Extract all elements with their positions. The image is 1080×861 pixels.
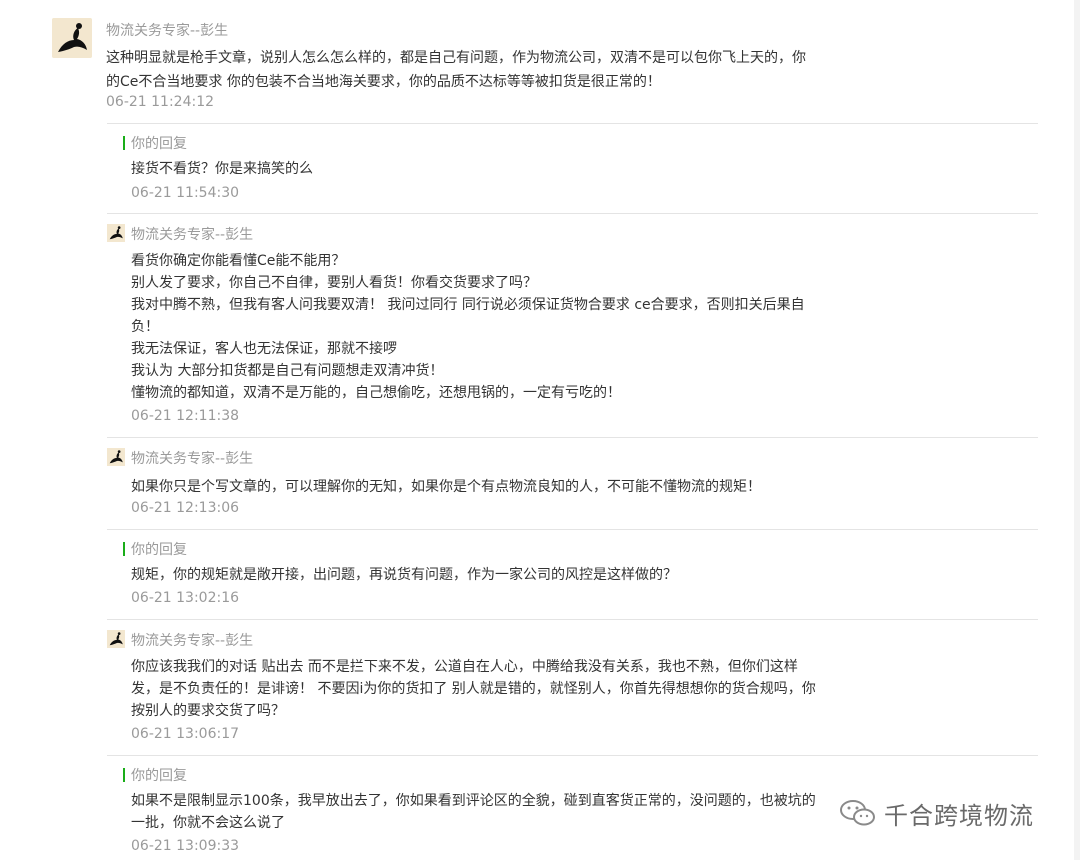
reply-item: 物流关务专家--彭生 看货你确定你能看懂Ce能不能用？ 别人发了要求，你自己不自… xyxy=(107,213,1038,438)
reply-timestamp: 06-21 13:09:33 xyxy=(131,838,240,854)
rider-silhouette-icon xyxy=(107,448,125,466)
comment-thread: 物流关务专家--彭生 这种明显就是枪手文章，说别人怎么怎么样的，都是自己有问题，… xyxy=(0,0,1080,860)
avatar[interactable] xyxy=(52,18,92,58)
rider-silhouette-icon xyxy=(52,18,92,58)
wechat-icon xyxy=(840,800,875,826)
reply-timestamp: 06-21 13:06:17 xyxy=(131,726,240,742)
watermark: 千合跨境物流 xyxy=(838,796,1034,830)
reply-text: 如果你只是个写文章的，可以理解你的无知，如果你是个有点物流良知的人，不可能不懂物… xyxy=(131,479,761,495)
reply-timestamp: 06-21 12:11:38 xyxy=(131,408,240,424)
watermark-text: 千合跨境物流 xyxy=(884,801,1034,830)
avatar[interactable] xyxy=(107,630,125,648)
scrollbar[interactable] xyxy=(1074,0,1080,860)
reply-text: 规矩，你的规矩就是敞开接，出问题，再说货有问题，作为一家公司的风控是这样做的？ xyxy=(131,567,677,583)
reply-text: 看货你确定你能看懂Ce能不能用？ 别人发了要求，你自己不自律，要别人看货！你看交… xyxy=(131,253,805,401)
reply-text: 如果不是限制显示100条，我早放出去了，你如果看到评论区的全貌，碰到直客货正常的… xyxy=(131,793,816,831)
reply-item: 你的回复 接货不看货？你是来搞笑的么 06-21 11:54:30 xyxy=(107,123,1038,214)
avatar[interactable] xyxy=(107,448,125,466)
reply-text: 接货不看货？你是来搞笑的么 xyxy=(131,161,313,177)
reply-author: 物流关务专家--彭生 xyxy=(131,633,254,649)
reply-timestamp: 06-21 11:54:30 xyxy=(131,185,240,201)
comment-text: 这种明显就是枪手文章，说别人怎么怎么样的，都是自己有问题，作为物流公司，双清不是… xyxy=(106,50,806,90)
reply-accent-bar xyxy=(123,768,125,782)
reply-accent-bar xyxy=(123,136,125,150)
reply-timestamp: 06-21 13:02:16 xyxy=(131,590,240,606)
reply-label: 你的回复 xyxy=(131,542,187,558)
reply-item: 物流关务专家--彭生 如果你只是个写文章的，可以理解你的无知，如果你是个有点物流… xyxy=(107,437,1038,530)
reply-accent-bar xyxy=(123,542,125,556)
comment-timestamp: 06-21 11:24:12 xyxy=(106,94,215,110)
reply-label: 你的回复 xyxy=(131,768,187,784)
rider-silhouette-icon xyxy=(107,630,125,648)
reply-item: 你的回复 规矩，你的规矩就是敞开接，出问题，再说货有问题，作为一家公司的风控是这… xyxy=(107,529,1038,620)
reply-text: 你应该我我们的对话 贴出去 而不是拦下来不发，公道自在人心，中腾给我没有关系，我… xyxy=(131,659,816,719)
reply-label: 你的回复 xyxy=(131,136,187,152)
comment-author: 物流关务专家--彭生 xyxy=(106,23,229,39)
reply-author: 物流关务专家--彭生 xyxy=(131,227,254,243)
rider-silhouette-icon xyxy=(107,224,125,242)
reply-timestamp: 06-21 12:13:06 xyxy=(131,500,240,516)
reply-item: 物流关务专家--彭生 你应该我我们的对话 贴出去 而不是拦下来不发，公道自在人心… xyxy=(107,619,1038,756)
avatar[interactable] xyxy=(107,224,125,242)
reply-author: 物流关务专家--彭生 xyxy=(131,451,254,467)
